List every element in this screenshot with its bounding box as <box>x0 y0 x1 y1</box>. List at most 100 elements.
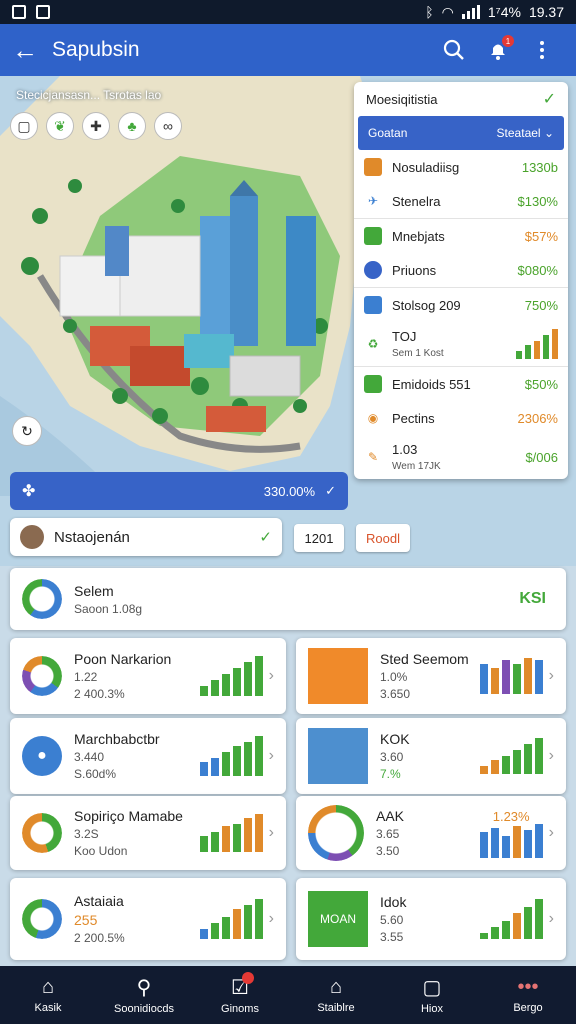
search-icon: ⚲ <box>136 977 152 999</box>
nav-buildings[interactable]: ⌂ Staiblre <box>288 966 384 1024</box>
building-icon: ⌂ <box>329 976 343 998</box>
signal-icon <box>461 5 480 19</box>
stat-card[interactable]: MOAN Idok 5.60 3.55 › <box>296 878 566 960</box>
stat-card[interactable]: Astaiaia 255 2 200.5% › <box>10 878 286 960</box>
chart-thumbnail <box>308 728 368 784</box>
card-title: Astaiaia <box>74 893 124 909</box>
locate-button[interactable]: ↻ <box>12 416 42 446</box>
home-icon: ⌂ <box>41 976 55 998</box>
back-button[interactable]: ← <box>12 35 42 66</box>
nav-search[interactable]: ⚲ Soonidiocds <box>96 966 192 1024</box>
panel-row[interactable]: Stolsog 209 750% <box>354 288 568 322</box>
chevron-right-icon: › <box>268 824 274 841</box>
summary-sub: Saoon 1.08g <box>74 601 143 616</box>
nav-calendar[interactable]: ☑ Ginoms <box>192 966 288 1024</box>
row-sub: Sem 1 Kost <box>392 348 444 359</box>
card-title: KOK <box>380 731 410 747</box>
card-title: Poon Narkarion <box>74 651 172 667</box>
search-button[interactable] <box>432 39 476 61</box>
page-title: Sapubsin <box>52 38 140 61</box>
layers-button[interactable]: ▢ <box>10 112 38 140</box>
card-line1: 3.440 <box>74 750 105 764</box>
summary-title: Selem <box>74 582 114 599</box>
tool-icon: ✎ <box>367 450 379 464</box>
card-line2: S.60d% <box>74 767 117 781</box>
refresh-icon: ↻ <box>21 422 33 439</box>
nav-label: Staiblre <box>317 1002 355 1014</box>
card-line1: 3.2S <box>74 827 99 841</box>
plus-icon: ✚ <box>90 117 102 134</box>
box-icon <box>364 158 382 176</box>
tree-icon: ♣ <box>127 118 137 134</box>
panel-row[interactable]: ♻ TOJ Sem 1 Kost <box>354 322 568 366</box>
stat-card[interactable]: Sted Seemom 1.0% 3.650 › <box>296 638 566 714</box>
chevron-right-icon: › <box>548 824 554 841</box>
stat-card[interactable]: AAK 3.65 3.50 1.23% › <box>296 796 566 870</box>
panel-row[interactable]: ◉ Pectins 2306% <box>354 401 568 435</box>
notifications-button[interactable]: 1 <box>476 35 520 61</box>
nav-more[interactable]: ••• Bergo <box>480 966 576 1024</box>
bluetooth-icon: ᛒ <box>425 4 434 20</box>
notification-badge: 1 <box>502 35 514 47</box>
chevron-down-icon: ⌄ <box>543 126 554 140</box>
card-line2: 2 400.3% <box>74 687 125 701</box>
mini-bar-chart <box>479 738 543 774</box>
panel-dropdown[interactable]: Goatan Steatael ⌄ <box>358 116 564 150</box>
tree-button[interactable]: ♣ <box>118 112 146 140</box>
row-label: Stolsog 209 <box>392 297 461 313</box>
check-icon[interactable]: ✓ <box>543 89 556 109</box>
stat-card[interactable]: KOK 3.60 7.% › <box>296 718 566 794</box>
row-value: $57% <box>524 228 558 244</box>
donut-chart <box>308 805 364 861</box>
panel-row[interactable]: ✎ 1.03 Wem 17JK $/006 <box>354 435 568 479</box>
box-icon <box>364 375 382 393</box>
map-banner[interactable]: ✤ 330.00% ✓ <box>10 472 348 510</box>
row-value: 750% <box>524 297 558 313</box>
card-title: AAK <box>376 808 405 824</box>
nav-label: Soonidiocds <box>114 1003 174 1015</box>
filter-chip[interactable]: 1201 <box>294 524 344 552</box>
row-label: Priuons <box>392 262 437 278</box>
banner-value: 330.00% <box>263 483 316 499</box>
panel-row[interactable]: Mnebjats $57% <box>354 219 568 253</box>
panel-row[interactable]: Nosuladiisg 1330b <box>354 150 568 184</box>
card-line1: 1.0% <box>380 670 408 684</box>
more-icon: ••• <box>517 976 539 998</box>
summary-card[interactable]: Selem Saoon 1.08g KSI <box>10 568 566 630</box>
chevron-right-icon: › <box>268 910 274 927</box>
card-line2: 2 200.5% <box>74 931 125 945</box>
stat-card[interactable]: Sopiriço Mamabe 3.2S Koo Udon › <box>10 796 286 870</box>
row-label: Nosuladiisg <box>392 159 460 175</box>
card-line2: 7.% <box>380 767 401 781</box>
stat-card[interactable]: ● Marchbabctbr 3.440 S.60d% › <box>10 718 286 794</box>
panel-row[interactable]: ✈ Stenelra $130% <box>354 184 568 218</box>
nav-home[interactable]: ⌂ Kasik <box>0 966 96 1024</box>
row-value: $130% <box>517 193 558 209</box>
stat-card[interactable]: Poon Narkarion 1.22 2 400.3% › <box>10 638 286 714</box>
link-button[interactable]: ∞ <box>154 112 182 140</box>
thumbnail-label: MOAN <box>320 912 356 926</box>
puzzle-icon: ✤ <box>22 483 36 500</box>
card-line1: 255 <box>74 912 98 928</box>
nav-chat[interactable]: ▢ Hiox <box>384 966 480 1024</box>
user-filter[interactable]: Nstaojenán ✓ <box>10 518 282 556</box>
nav-label: Ginoms <box>221 1003 259 1015</box>
floorplan-thumbnail <box>308 648 368 704</box>
leaf-button[interactable]: ❦ <box>46 112 74 140</box>
nav-label: Hiox <box>420 1003 443 1015</box>
card-line1: 1.22 <box>74 670 98 684</box>
more-menu-button[interactable] <box>520 40 564 60</box>
card-line2: 3.650 <box>380 687 411 701</box>
filter-chip[interactable]: Roodl <box>356 524 410 552</box>
mini-bar-chart <box>516 329 558 359</box>
link-icon: ∞ <box>163 118 173 134</box>
panel-row[interactable]: Emidoids 551 $50% <box>354 367 568 401</box>
panel-row[interactable]: Priuons $080% <box>354 253 568 287</box>
mini-bar-chart <box>199 814 263 852</box>
check-icon: ✓ <box>259 529 272 546</box>
card-line2: 3.55 <box>380 930 404 944</box>
row-label: 1.03 <box>392 442 418 457</box>
navigate-button[interactable]: ✚ <box>82 112 110 140</box>
avatar <box>20 525 44 549</box>
mini-bar-chart <box>479 899 543 939</box>
